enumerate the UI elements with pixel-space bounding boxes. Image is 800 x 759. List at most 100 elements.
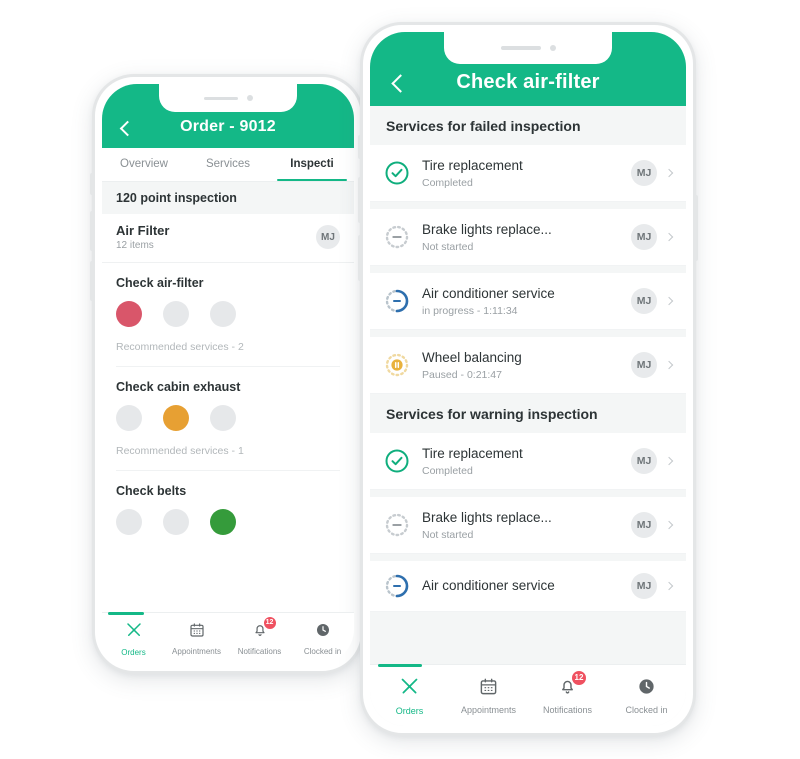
tab-overview-label: Overview [120, 158, 168, 170]
page-title: Check air-filter [456, 71, 600, 93]
calendar-icon [189, 622, 205, 643]
clock-icon [315, 622, 331, 643]
volume-up-button[interactable] [358, 177, 362, 223]
avatar[interactable]: MJ [631, 352, 657, 378]
service-row[interactable]: Tire replacement Completed MJ [370, 433, 686, 490]
chevron-right-icon [664, 232, 674, 242]
service-row[interactable]: Wheel balancing Paused - 0:21:47 MJ [370, 337, 686, 394]
service-status: Paused - 0:21:47 [422, 369, 502, 381]
service-status: Completed [422, 465, 473, 477]
service-list-failed: Tire replacement Completed MJ Brake ligh… [370, 145, 686, 394]
tab-inspection[interactable]: Inspecti [270, 148, 354, 181]
service-name: Air conditioner service [422, 578, 555, 593]
volume-up-button[interactable] [90, 211, 94, 251]
order-tabbar: Overview Services Inspecti [102, 148, 354, 182]
tab-services-label: Services [205, 158, 251, 170]
nav-label: Orders [121, 647, 146, 657]
nav-label: Clocked in [625, 704, 668, 715]
clock-icon [637, 677, 656, 701]
rating-dot-pass[interactable] [210, 301, 236, 327]
avatar[interactable]: MJ [631, 224, 657, 250]
service-row[interactable]: Brake lights replace... Not started MJ [370, 209, 686, 266]
progress-circle-icon [384, 573, 410, 599]
service-text: Tire replacement Completed [422, 157, 631, 189]
service-row[interactable]: Brake lights replace... Not started MJ [370, 497, 686, 554]
rating-dot-fail[interactable] [116, 301, 142, 327]
nav-item-clocked-in[interactable]: Clocked in [291, 613, 354, 664]
back-chevron-icon[interactable] [119, 120, 136, 136]
avatar[interactable]: MJ [316, 225, 340, 249]
left-bottom-nav: Orders Appointments 12 Notifications Clo… [102, 612, 354, 664]
bell-icon: 12 [558, 669, 587, 701]
paused-circle-icon [384, 352, 410, 378]
service-status: in progress - 1:11:34 [422, 305, 518, 317]
rating-dot-fail[interactable] [116, 509, 142, 535]
chevron-right-icon [664, 360, 674, 370]
nav-item-notifications[interactable]: 12 Notifications [528, 665, 607, 726]
service-name: Brake lights replace... [422, 510, 552, 525]
notification-badge: 12 [571, 669, 587, 686]
active-tab-indicator [377, 664, 423, 667]
list-gap [370, 266, 686, 273]
list-gap [370, 202, 686, 209]
air-filter-title: Air Filter [116, 223, 170, 238]
active-tab-indicator [108, 612, 144, 615]
group-title-warning: Services for warning inspection [370, 394, 686, 433]
volume-down-button[interactable] [358, 235, 362, 281]
avatar[interactable]: MJ [631, 160, 657, 186]
list-gap [370, 490, 686, 497]
avatar[interactable]: MJ [631, 448, 657, 474]
services-panel: Services for failed inspection Tire repl… [370, 106, 686, 726]
recommended-services: Recommended services - 2 [116, 341, 244, 353]
rating-dot-fail[interactable] [116, 405, 142, 431]
back-chevron-icon[interactable] [391, 73, 410, 93]
nav-item-clocked-in[interactable]: Clocked in [607, 665, 686, 726]
tab-overview[interactable]: Overview [102, 148, 186, 181]
service-row[interactable]: Tire replacement Completed MJ [370, 145, 686, 202]
bell-icon: 12 [252, 615, 277, 643]
air-filter-row[interactable]: Air Filter 12 items MJ [102, 214, 354, 263]
avatar[interactable]: MJ [631, 573, 657, 599]
check-block-air-filter: Check air-filter [102, 263, 354, 327]
rating-dot-warning[interactable] [163, 509, 189, 535]
service-status: Not started [422, 241, 474, 253]
nav-item-notifications[interactable]: 12 Notifications [228, 613, 291, 664]
rating-dots [116, 509, 340, 535]
power-button[interactable] [694, 195, 698, 261]
nav-item-orders[interactable]: Orders [370, 664, 449, 726]
phone-right: Check air-filter Services for failed ins… [358, 22, 698, 736]
notch [159, 84, 297, 112]
inspection-panel: 120 point inspection Air Filter 12 items… [102, 182, 354, 664]
front-camera-icon [549, 45, 556, 51]
inspection-section-title: 120 point inspection [102, 182, 354, 214]
nav-item-appointments[interactable]: Appointments [449, 665, 528, 726]
service-status: Completed [422, 177, 473, 189]
rating-dot-warning[interactable] [163, 405, 189, 431]
silent-switch[interactable] [90, 173, 94, 195]
service-list-warning: Tire replacement Completed MJ Brake ligh… [370, 433, 686, 612]
volume-down-button[interactable] [90, 261, 94, 301]
rating-dot-warning[interactable] [163, 301, 189, 327]
tab-services[interactable]: Services [186, 148, 270, 181]
list-gap [370, 554, 686, 561]
nav-item-orders[interactable]: Orders [102, 612, 165, 664]
service-row[interactable]: Air conditioner service MJ [370, 561, 686, 612]
avatar[interactable]: MJ [631, 288, 657, 314]
silent-switch[interactable] [358, 135, 362, 159]
check-block-cabin-exhaust: Check cabin exhaust [102, 367, 354, 431]
service-text: Brake lights replace... Not started [422, 509, 631, 541]
avatar[interactable]: MJ [631, 512, 657, 538]
nav-label: Notifications [542, 704, 593, 715]
check-block-belts: Check belts [102, 471, 354, 535]
tools-icon [399, 676, 420, 702]
rating-dot-pass[interactable] [210, 405, 236, 431]
check-label: Check cabin exhaust [116, 380, 241, 394]
service-row[interactable]: Air conditioner service in progress - 1:… [370, 273, 686, 330]
chevron-right-icon [664, 296, 674, 306]
chevron-right-icon [664, 520, 674, 530]
mockup-stage: Order - 9012 Overview Services Inspecti … [0, 0, 800, 759]
service-name: Tire replacement [422, 446, 523, 461]
phone-right-screen: Check air-filter Services for failed ins… [370, 32, 686, 726]
nav-item-appointments[interactable]: Appointments [165, 613, 228, 664]
rating-dot-pass[interactable] [210, 509, 236, 535]
